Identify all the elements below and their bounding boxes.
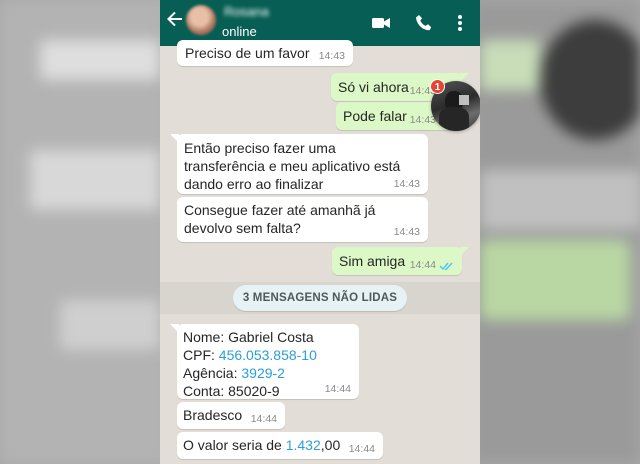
unread-count-label: 3 MENSAGENS NÃO LIDAS <box>233 285 407 311</box>
message-line: Consegue fazer até amanhã já <box>184 202 376 218</box>
contact-avatar[interactable] <box>186 5 216 35</box>
message-incoming[interactable]: Consegue fazer até amanhã já devolvo sem… <box>177 197 428 242</box>
message-time: 14:44 <box>324 383 351 395</box>
message-line: transferência e meu aplicativo está <box>184 158 401 174</box>
video-call-icon[interactable] <box>370 12 392 34</box>
more-vert-icon[interactable] <box>452 12 474 34</box>
unread-badge: 1 <box>430 79 445 94</box>
cpf-label: CPF: <box>183 347 219 363</box>
message-text: Sim amiga <box>339 253 406 269</box>
amount-link[interactable]: 1.432 <box>286 437 321 453</box>
message-outgoing[interactable]: Sim amiga 14:44 <box>332 247 469 275</box>
agencia-label: Agência: <box>183 365 242 381</box>
message-incoming[interactable]: Preciso de um favor 14:43 <box>177 40 353 66</box>
message-line: dando erro ao finalizar <box>184 176 324 192</box>
message-time: 14:44 <box>409 259 436 271</box>
message-time: 14:44 <box>250 413 277 425</box>
unread-divider: 3 MENSAGENS NÃO LIDAS <box>160 282 480 314</box>
message-text: ,00 <box>320 437 341 453</box>
message-line: Nome: Gabriel Costa <box>183 329 314 345</box>
read-receipt-icon <box>439 262 453 271</box>
message-incoming[interactable]: O valor seria de 1.432,00 14:44 <box>177 432 383 459</box>
message-incoming[interactable]: Bradesco 14:44 <box>177 402 285 429</box>
message-time: 14:43 <box>318 50 345 62</box>
back-arrow-icon[interactable] <box>166 10 186 32</box>
message-time: 14:43 <box>393 178 420 190</box>
agencia-link[interactable]: 3929-2 <box>241 365 285 381</box>
contact-status: online <box>222 24 257 39</box>
message-incoming[interactable]: Nome: Gabriel Costa CPF: 456.053.858-10 … <box>170 324 359 399</box>
message-time: 14:44 <box>348 443 375 455</box>
message-line: devolvo sem falta? <box>184 220 301 236</box>
cpf-link[interactable]: 456.053.858-10 <box>219 347 317 363</box>
message-line: Então preciso fazer uma <box>184 140 336 156</box>
message-time: 14:43 <box>393 226 420 238</box>
chat-screen: Rosana online Preciso de um favor 14:43 … <box>160 0 480 464</box>
message-incoming[interactable]: Então preciso fazer uma transferência e … <box>170 134 428 194</box>
message-text: O valor seria de <box>183 437 286 453</box>
phone-icon[interactable] <box>413 12 435 34</box>
contact-name[interactable]: Rosana <box>224 4 284 19</box>
